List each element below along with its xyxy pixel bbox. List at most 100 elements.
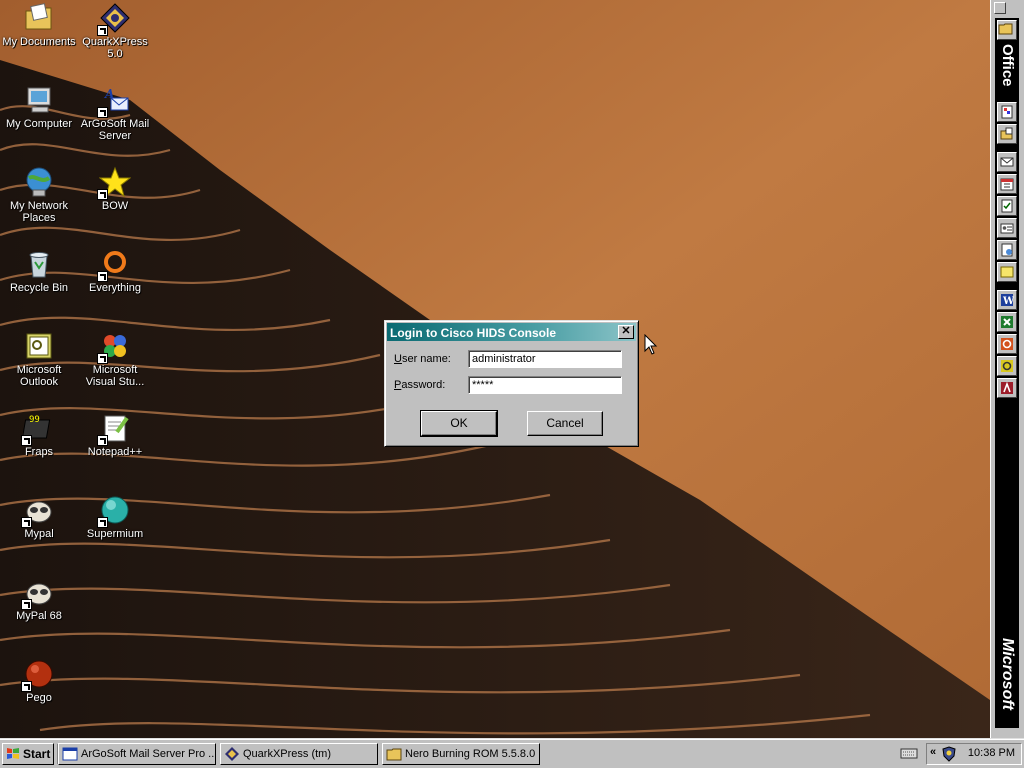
- microsoft-excel-icon: [1001, 316, 1013, 328]
- desktop-icon-everything[interactable]: Everything: [76, 248, 154, 294]
- desktop-icon-label: Server: [98, 130, 132, 142]
- keyboard-icon[interactable]: [900, 746, 918, 760]
- office-open-document-button[interactable]: [997, 124, 1017, 144]
- my-computer-icon: [23, 84, 55, 116]
- desktop-icon-label: MyPal 68: [16, 610, 62, 622]
- desktop-icon-label: Everything: [89, 282, 141, 294]
- office-new-appointment-button[interactable]: [997, 174, 1017, 194]
- desktop-icon-label: Notepad++: [87, 446, 143, 458]
- office-bar-brand: Microsoft: [999, 638, 1016, 710]
- office-folder-button[interactable]: [997, 20, 1017, 40]
- desktop-icon-my-documents[interactable]: My Documents: [0, 2, 78, 48]
- journal-entry-icon: [1001, 243, 1013, 257]
- taskbar-button-nero[interactable]: Nero Burning ROM 5.5.8.0: [382, 743, 540, 765]
- shortcut-arrow-icon: [97, 353, 108, 364]
- outlook-icon: [23, 330, 55, 362]
- desktop-icon-bow[interactable]: BOW: [76, 166, 154, 212]
- start-button[interactable]: Start: [2, 743, 54, 765]
- folder-icon: [386, 748, 402, 761]
- clock[interactable]: 10:38 PM: [968, 747, 1015, 759]
- desktop-icon-label: Recycle Bin: [9, 282, 69, 294]
- shortcut-arrow-icon: [97, 189, 108, 200]
- taskbar-button-label: ArGoSoft Mail Server Pro ...: [81, 748, 216, 760]
- shortcut-arrow-icon: [97, 25, 108, 36]
- recycle-bin-icon: [23, 248, 55, 280]
- desktop-icon-recycle-bin[interactable]: Recycle Bin: [0, 248, 78, 294]
- quarkxpress-icon: [97, 2, 131, 36]
- shortcut-arrow-icon: [21, 435, 32, 446]
- desktop-icon-label: Microsoft: [92, 364, 138, 376]
- desktop-icon-label: Pego: [26, 692, 52, 704]
- tray-expand-chevron[interactable]: «: [930, 746, 936, 758]
- new-office-document-icon: [1001, 105, 1013, 119]
- office-bar-control-menu-button[interactable]: [994, 2, 1006, 14]
- office-word-button[interactable]: W: [997, 290, 1017, 310]
- desktop-icon-quarkxpress[interactable]: QuarkXPress 5.0: [76, 2, 154, 60]
- desktop-icon-label: My Documents: [2, 36, 76, 48]
- start-label: Start: [23, 747, 51, 761]
- password-label: Password:: [394, 379, 445, 391]
- office-shortcut-bar: Office W Microsoft: [990, 0, 1024, 738]
- desktop-icon-fraps[interactable]: 99 Fraps: [0, 412, 78, 458]
- desktop-icon-my-computer[interactable]: My Computer: [0, 84, 78, 130]
- desktop-icon-supermium[interactable]: Supermium: [76, 494, 154, 540]
- close-icon[interactable]: ✕: [618, 325, 634, 339]
- office-new-task-button[interactable]: [997, 196, 1017, 216]
- login-dialog: Login to Cisco HIDS Console ✕ User name:…: [384, 320, 639, 447]
- ok-button[interactable]: OK: [420, 410, 498, 437]
- dialog-title: Login to Cisco HIDS Console: [390, 326, 557, 340]
- desktop-icon-label: Outlook: [20, 376, 58, 388]
- password-field[interactable]: *****: [468, 376, 622, 394]
- desktop-icon-label: Microsoft: [16, 364, 62, 376]
- visual-studio-icon: [97, 330, 131, 364]
- office-new-note-button[interactable]: [997, 262, 1017, 282]
- office-outlook-button[interactable]: [997, 356, 1017, 376]
- shortcut-arrow-icon: [21, 681, 32, 692]
- username-field[interactable]: administrator: [468, 350, 622, 368]
- argosoft-icon: A: [97, 84, 131, 118]
- desktop-icon-pego[interactable]: Pego: [0, 658, 78, 704]
- office-excel-button[interactable]: [997, 312, 1017, 332]
- desktop-icon-visual-studio[interactable]: Microsoft Visual Stu...: [76, 330, 154, 388]
- desktop-icon-label: My Computer: [5, 118, 73, 130]
- windows-flag-icon: [7, 748, 19, 759]
- everything-icon: [97, 248, 131, 282]
- username-label-text: ser name:: [401, 353, 451, 365]
- desktop-icon-notepad-plus-plus[interactable]: Notepad++: [76, 412, 154, 458]
- office-new-message-button[interactable]: [997, 152, 1017, 172]
- cancel-button[interactable]: Cancel: [527, 411, 603, 436]
- shortcut-arrow-icon: [97, 271, 108, 282]
- open-office-document-icon: [1000, 127, 1013, 140]
- network-places-icon: [23, 166, 55, 198]
- calendar-icon: [1000, 178, 1014, 191]
- desktop-icon-label: Places: [22, 212, 56, 224]
- taskbar: Start ArGoSoft Mail Server Pro ... Quark…: [0, 738, 1024, 768]
- desktop-icon-label: ArGoSoft Mail: [80, 118, 150, 130]
- desktop-icon-mypal[interactable]: Mypal: [0, 494, 78, 540]
- mypal-icon: [21, 494, 55, 528]
- office-new-document-button[interactable]: [997, 102, 1017, 122]
- taskbar-button-argosoft[interactable]: ArGoSoft Mail Server Pro ...: [58, 743, 216, 765]
- taskbar-button-label: QuarkXPress (tm): [243, 748, 332, 760]
- svg-text:W: W: [1002, 296, 1014, 307]
- office-bar-inner: Office W Microsoft: [995, 18, 1019, 728]
- sticky-note-icon: [1000, 266, 1014, 278]
- desktop-icon-mypal-68[interactable]: MyPal 68: [0, 576, 78, 622]
- desktop-icon-microsoft-outlook[interactable]: Microsoft Outlook: [0, 330, 78, 388]
- office-new-contact-button[interactable]: [997, 218, 1017, 238]
- office-access-button[interactable]: [997, 378, 1017, 398]
- desktop-icon-label: My Network: [9, 200, 69, 212]
- shortcut-arrow-icon: [21, 599, 32, 610]
- dialog-titlebar[interactable]: Login to Cisco HIDS Console ✕: [387, 323, 636, 341]
- envelope-icon: [1000, 157, 1014, 167]
- system-tray: « 10:38 PM: [926, 743, 1022, 765]
- office-new-journal-button[interactable]: [997, 240, 1017, 260]
- quarkxpress-icon: [225, 747, 239, 761]
- desktop-icon-argosoft-mail-server[interactable]: A ArGoSoft Mail Server: [76, 84, 154, 142]
- taskbar-button-quarkxpress[interactable]: QuarkXPress (tm): [220, 743, 378, 765]
- desktop-icon-my-network-places[interactable]: My Network Places: [0, 166, 78, 224]
- application-window-icon: [62, 747, 78, 761]
- password-label-text: assword:: [401, 379, 446, 391]
- office-powerpoint-button[interactable]: [997, 334, 1017, 354]
- tray-app-shield-icon[interactable]: [941, 746, 957, 762]
